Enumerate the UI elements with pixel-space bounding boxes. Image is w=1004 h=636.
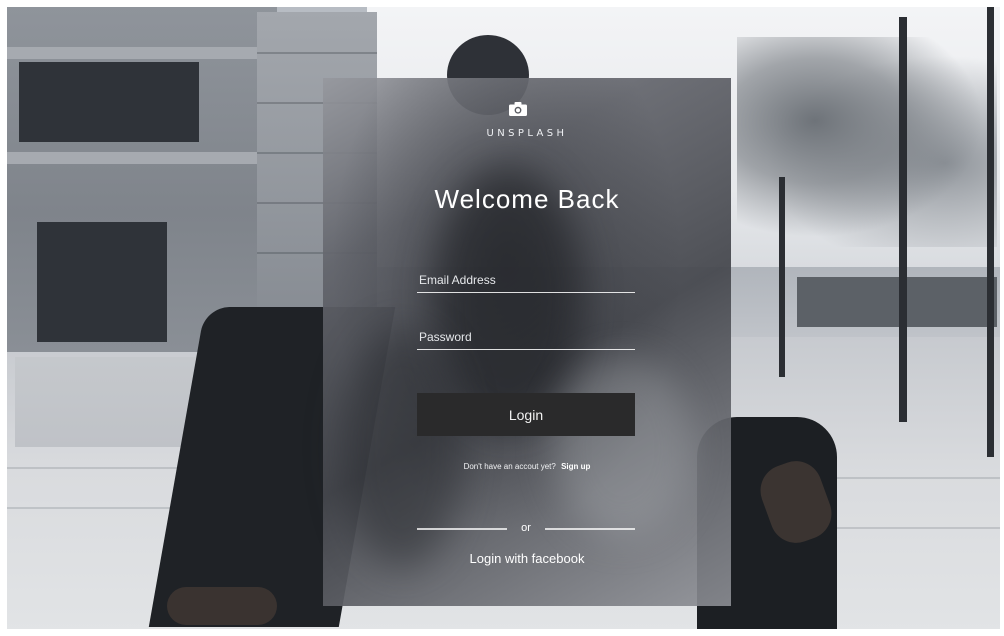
building-stripe xyxy=(257,52,377,54)
signup-link[interactable]: Sign up xyxy=(561,462,590,471)
or-divider: or xyxy=(417,522,635,536)
login-button[interactable]: Login xyxy=(417,393,635,436)
background-building xyxy=(7,7,277,352)
divider-text: or xyxy=(521,522,531,534)
building-ledge xyxy=(7,47,277,59)
building-window xyxy=(19,62,199,142)
background-lawn xyxy=(797,277,997,327)
signup-prompt: Don't have an accout yet? xyxy=(463,462,556,471)
background-trees xyxy=(737,37,997,247)
person-hand xyxy=(167,587,277,625)
tree-trunk xyxy=(779,177,785,377)
facebook-login-link[interactable]: Login with facebook xyxy=(323,551,731,566)
divider-line xyxy=(545,528,635,530)
card-blur-shape xyxy=(553,358,693,538)
tree-trunk xyxy=(899,17,907,422)
signup-row: Don't have an accout yet? Sign up xyxy=(323,462,731,471)
email-field[interactable] xyxy=(417,267,635,292)
camera-icon xyxy=(509,102,527,116)
email-field-container xyxy=(417,267,635,293)
login-card: UNSPLASH Welcome Back Login Don't have a… xyxy=(323,78,731,606)
divider-line xyxy=(417,528,507,530)
building-ledge xyxy=(7,152,277,164)
background-photo: UNSPLASH Welcome Back Login Don't have a… xyxy=(7,7,1000,629)
password-field[interactable] xyxy=(417,324,635,349)
page-title: Welcome Back xyxy=(434,184,620,214)
tree-trunk xyxy=(987,7,994,457)
brand-name: UNSPLASH xyxy=(486,128,568,139)
building-window xyxy=(37,222,167,342)
password-field-container xyxy=(417,324,635,350)
